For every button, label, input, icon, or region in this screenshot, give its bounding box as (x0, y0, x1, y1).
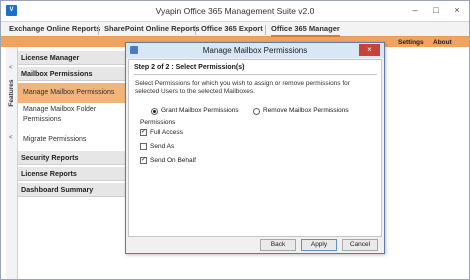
dialog-body: Step 2 of 2 : Select Permission(s) Selec… (128, 59, 382, 237)
grant-permissions-label[interactable]: Grant Mailbox Permissions (161, 107, 239, 114)
sidebar-item-manage-folder-permissions-line1[interactable]: Manage Mailbox Folder (18, 105, 125, 115)
sidebar-item-manage-mailbox-permissions[interactable]: Manage Mailbox Permissions (18, 83, 125, 103)
full-access-checkbox[interactable]: ✓ (140, 129, 147, 136)
send-as-label[interactable]: Send As (150, 143, 174, 150)
send-on-behalf-checkbox[interactable]: ✓ (140, 157, 147, 164)
step-heading: Step 2 of 2 : Select Permission(s) (134, 64, 245, 71)
tab-separator (265, 25, 266, 35)
cancel-button[interactable]: Cancel (342, 239, 378, 251)
full-access-label[interactable]: Full Access (150, 129, 183, 136)
chevron-left-icon: < (9, 65, 13, 71)
tab-office-365-export[interactable]: Office 365 Export (201, 22, 263, 37)
app-title: Vyapin Office 365 Management Suite v2.0 (155, 6, 315, 16)
manage-mailbox-permissions-dialog: Manage Mailbox Permissions × Step 2 of 2… (125, 42, 385, 254)
dialog-close-button[interactable]: × (359, 44, 380, 56)
back-button[interactable]: Back (260, 239, 296, 251)
minimize-button[interactable]: – (405, 4, 425, 17)
sidebar-item-manage-folder-permissions-line2[interactable]: Permissions (18, 115, 125, 125)
tab-office-365-manager[interactable]: Office 365 Manager (271, 22, 340, 37)
sidebar-item-dashboard-summary[interactable]: Dashboard Summary (18, 183, 125, 197)
top-navigation: Exchange Online Reports SharePoint Onlin… (1, 21, 469, 37)
tab-separator (98, 25, 99, 35)
remove-permissions-radio[interactable] (253, 108, 260, 115)
title-bar: V Vyapin Office 365 Management Suite v2.… (1, 1, 469, 21)
sidebar-item-security-reports[interactable]: Security Reports (18, 151, 125, 165)
send-on-behalf-label[interactable]: Send On Behalf (150, 157, 196, 164)
features-label: Features (8, 79, 15, 107)
settings-link[interactable]: Settings (398, 38, 424, 47)
dialog-title: Manage Mailbox Permissions (202, 46, 308, 55)
grant-permissions-radio[interactable] (151, 108, 158, 115)
instruction-text: Select Permissions for which you wish to… (135, 80, 350, 95)
sidebar-item-mailbox-permissions[interactable]: Mailbox Permissions (18, 67, 125, 81)
maximize-button[interactable]: □ (426, 4, 446, 17)
tab-sharepoint-online-reports[interactable]: SharePoint Online Reports (104, 22, 199, 37)
sidebar-item-license-manager[interactable]: License Manager (18, 51, 125, 65)
close-window-button[interactable]: × (447, 4, 467, 17)
permissions-group-label: Permissions (140, 119, 176, 126)
sidebar-item-license-reports[interactable]: License Reports (18, 167, 125, 181)
dialog-title-bar: Manage Mailbox Permissions × (126, 43, 384, 58)
chevron-left-icon: < (9, 135, 13, 141)
divider (134, 74, 377, 75)
about-link[interactable]: About (433, 38, 452, 47)
sidebar: License Manager Mailbox Permissions Mana… (18, 47, 125, 279)
sidebar-item-migrate-permissions[interactable]: Migrate Permissions (18, 135, 125, 145)
tab-separator (195, 25, 196, 35)
remove-permissions-label[interactable]: Remove Mailbox Permissions (263, 107, 349, 114)
apply-button[interactable]: Apply (301, 239, 337, 251)
features-panel-toggle[interactable]: < Features < (6, 47, 18, 279)
app-window: V Vyapin Office 365 Management Suite v2.… (0, 0, 470, 280)
tab-exchange-online-reports[interactable]: Exchange Online Reports (9, 22, 100, 37)
send-as-checkbox[interactable] (140, 143, 147, 150)
